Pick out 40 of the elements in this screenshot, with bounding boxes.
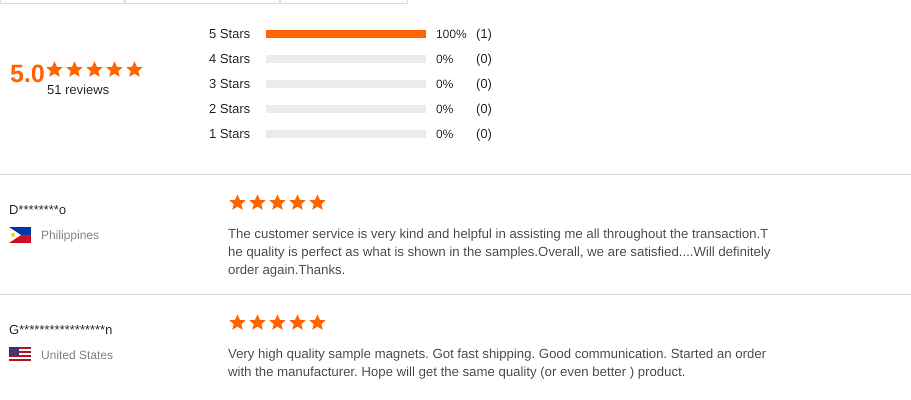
flag-icon [9,346,31,362]
count-text: (0) [476,74,492,93]
reviewer-name: D********o [9,201,68,219]
percent-text: 0% [436,76,454,92]
flag-icon [9,226,31,242]
star-icon [288,193,307,212]
star-label: 3 Stars [209,74,252,93]
star-icon [248,193,267,212]
country-name: Philippines [41,226,100,244]
star-icon [288,313,307,332]
count-text: (1) [476,24,492,43]
country-name: United States [41,346,114,364]
star-label: 4 Stars [209,50,252,68]
percent-text: 0% [436,100,454,118]
count-text: (0) [476,50,492,68]
percent-text: 0% [436,126,454,142]
rating-score: 5.0 [10,60,45,88]
review-text: The customer service is very kind and helpful in assisting me all throughout the transaction.T he quality is perfect as what is shown in the samples.Overall, we are satisfied....Will definitely order again.Thanks. [228,225,770,279]
percent-text: 100% [436,26,468,42]
star-icon [124,60,144,79]
star-icon [268,313,287,332]
star-icon [64,60,84,79]
count-text: (0) [476,124,492,143]
review-count: 51 reviews [47,81,110,99]
star-icon [248,313,267,332]
review-text: Very high quality sample magnets. Got fast shipping. Good communication. Started an order with the manufacturer. Hope will get the same quality (or even better ) product. [228,345,766,381]
star-icon [228,193,247,212]
star-icon [44,60,64,79]
star-icon [104,60,124,79]
star-icon [84,60,104,79]
star-icon [228,313,247,332]
reviewer-name: G*****************n [9,321,114,339]
star-label: 2 Stars [209,100,252,118]
star-label: 1 Stars [209,124,252,143]
star-label: 5 Stars [209,24,252,43]
star-icon [268,193,287,212]
star-icon [308,313,327,332]
star-icon [308,193,327,212]
percent-text: 0% [436,50,454,68]
count-text: (0) [476,100,492,118]
